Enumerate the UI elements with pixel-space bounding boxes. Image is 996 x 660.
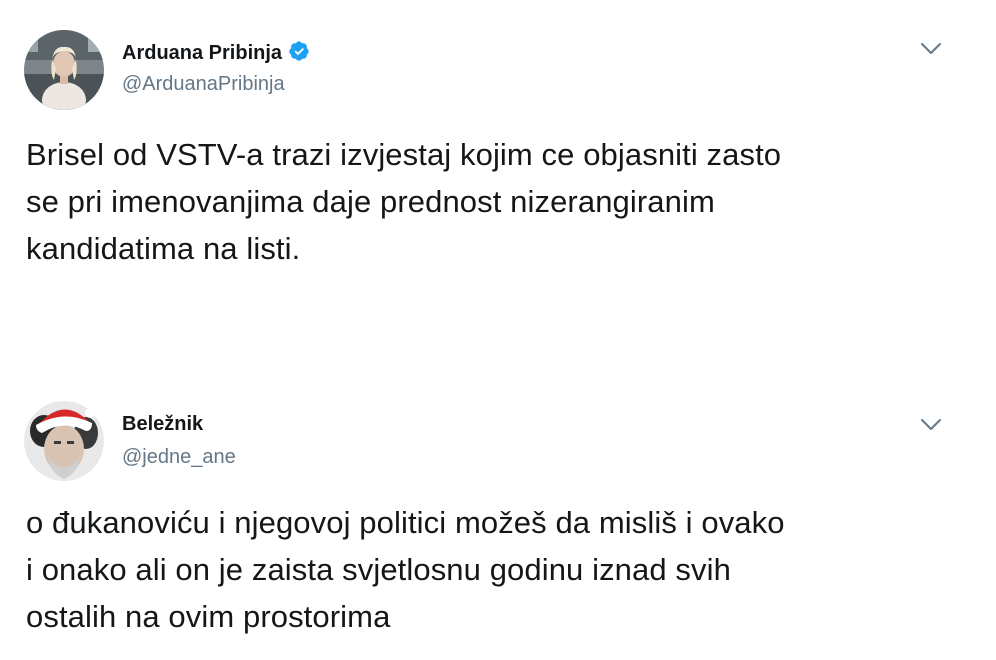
- display-name[interactable]: Arduana Pribinja: [122, 40, 310, 65]
- user-handle[interactable]: @ArduanaPribinja: [122, 73, 285, 96]
- avatar-photo-santa-hat-icon: [24, 401, 104, 481]
- tweet-text: o đukanoviću i njegovoj politici možeš d…: [26, 505, 785, 634]
- avatar[interactable]: [24, 30, 104, 110]
- chevron-down-icon[interactable]: [920, 42, 942, 56]
- tweet-card: Beležnik @jedne_ane o đukanoviću i njego…: [0, 390, 996, 660]
- tweet-card: Arduana Pribinja @ArduanaPribinja Brisel…: [0, 0, 996, 330]
- display-name[interactable]: Beležnik: [122, 413, 203, 436]
- tweet-text: Brisel od VSTV-a trazi izvjestaj kojim c…: [26, 137, 782, 266]
- verified-badge-icon: [289, 41, 309, 61]
- avatar[interactable]: [24, 401, 104, 481]
- display-name-text: Arduana Pribinja: [122, 42, 283, 64]
- chevron-down-icon[interactable]: [920, 418, 942, 432]
- avatar-photo-icon: [24, 30, 104, 110]
- user-handle[interactable]: @jedne_ane: [122, 446, 236, 469]
